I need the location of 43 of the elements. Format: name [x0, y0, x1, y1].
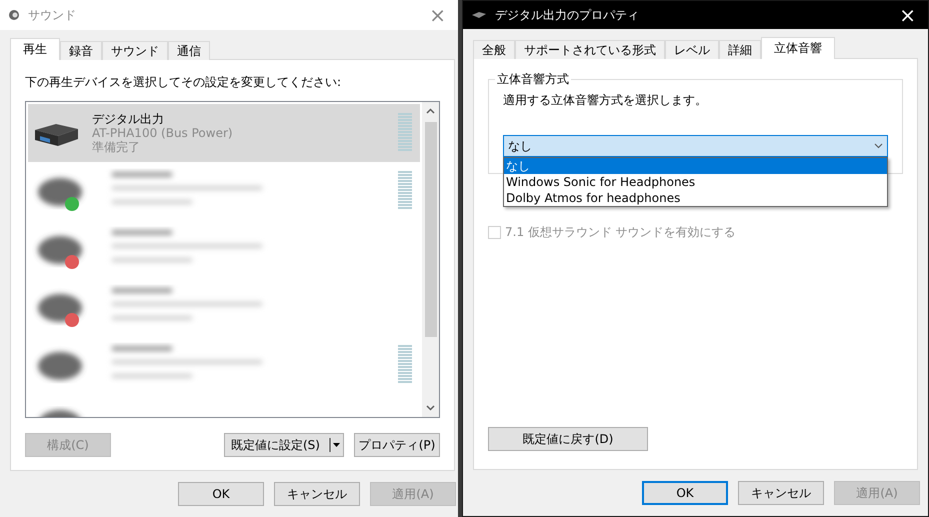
dropdown-caret-icon	[329, 438, 341, 452]
device-status: 準備完了	[92, 140, 141, 154]
tab[interactable]: サポートされている形式	[515, 40, 665, 59]
dropdown-option[interactable]: なし	[504, 158, 887, 174]
tab[interactable]: 再生	[10, 38, 60, 60]
tab[interactable]: サウンド	[102, 41, 168, 60]
scroll-up-icon[interactable]	[426, 108, 435, 114]
scroll-down-icon[interactable]	[426, 405, 435, 411]
window-title: デジタル出力のプロパティ	[495, 6, 640, 24]
restore-default-button[interactable]: 既定値に戻す(D)	[488, 427, 648, 451]
instruction-text: 下の再生デバイスを選択してその設定を変更してください:	[25, 74, 342, 91]
level-meter-icon	[398, 345, 412, 385]
dialog-button[interactable]: OK	[642, 481, 728, 505]
tab[interactable]: 録音	[60, 41, 102, 60]
checkbox-label: 7.1 仮想サラウンド サウンドを有効にする	[505, 224, 736, 241]
speaker-icon	[8, 9, 20, 21]
dialog-button[interactable]: OK	[178, 482, 264, 506]
level-meter-icon	[398, 113, 412, 153]
tab[interactable]: 立体音響	[761, 37, 835, 59]
scrollbar[interactable]	[422, 102, 439, 417]
audio-device-icon	[471, 11, 487, 19]
window-title: サウンド	[28, 6, 77, 24]
description-text: 適用する立体音響方式を選択します。	[503, 93, 707, 107]
device-name: デジタル出力	[92, 112, 165, 126]
tab[interactable]: 詳細	[719, 40, 761, 59]
close-button[interactable]: ×	[895, 5, 920, 25]
set-default-button[interactable]: 既定値に設定(S)	[224, 433, 344, 457]
dropdown-option[interactable]: Dolby Atmos for headphones	[504, 190, 887, 206]
device-list-item[interactable]: デジタル出力 AT-PHA100 (Bus Power) 準備完了	[28, 104, 420, 162]
group-title: 立体音響方式	[496, 71, 570, 88]
properties-button[interactable]: プロパティ(P)	[354, 433, 440, 457]
format-select[interactable]: なし	[503, 135, 888, 157]
dialog-button[interactable]: キャンセル	[274, 482, 360, 506]
dropdown-option[interactable]: Windows Sonic for Headphones	[504, 174, 887, 190]
tab[interactable]: 通信	[168, 41, 210, 60]
device-model: AT-PHA100 (Bus Power)	[92, 126, 234, 140]
scroll-thumb[interactable]	[424, 122, 436, 337]
dialog-button[interactable]: キャンセル	[738, 481, 824, 505]
tab[interactable]: 全般	[473, 40, 515, 59]
chevron-down-icon	[874, 143, 883, 149]
close-button[interactable]: ×	[425, 5, 450, 25]
level-meter-icon	[398, 171, 412, 211]
tab[interactable]: レベル	[665, 40, 719, 59]
